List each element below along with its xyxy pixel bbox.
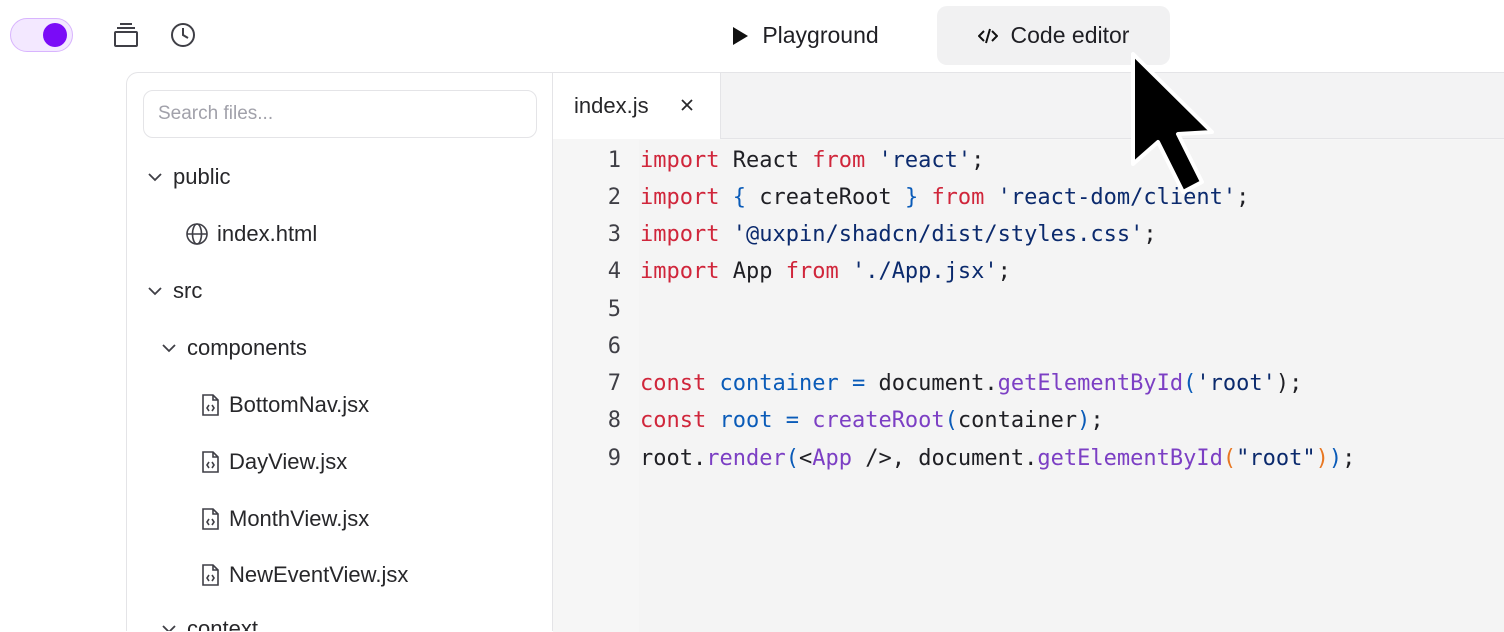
file-code-icon: [199, 563, 221, 587]
history-button[interactable]: [166, 18, 200, 52]
line-number: 3: [607, 222, 621, 247]
tab-code-editor[interactable]: Code editor: [937, 6, 1170, 65]
code-line-3: import '@uxpin/shadcn/dist/styles.css';: [640, 222, 1157, 247]
code-line-2: import { createRoot } from 'react-dom/cl…: [640, 185, 1250, 210]
line-number: 7: [607, 371, 621, 396]
tree-folder-components[interactable]: components: [159, 328, 307, 368]
tree-label: src: [173, 278, 203, 303]
search-files-input[interactable]: [143, 90, 537, 138]
tree-label: NewEventView.jsx: [229, 562, 409, 587]
tree-label: context: [187, 616, 258, 631]
tree-label: DayView.jsx: [229, 449, 348, 474]
tab-playground-label: Playground: [762, 22, 879, 48]
top-bar: Playground Code editor: [0, 0, 1504, 72]
line-number: 1: [607, 148, 621, 173]
tab-code-editor-label: Code editor: [1010, 22, 1130, 48]
tree-label: MonthView.jsx: [229, 506, 370, 531]
tree-file-index-html[interactable]: index.html: [185, 214, 317, 254]
chevron-down-icon: [159, 619, 179, 631]
chevron-down-icon: [145, 167, 165, 187]
file-code-icon: [199, 393, 221, 417]
line-number: 5: [607, 297, 621, 322]
tab-playground[interactable]: Playground: [705, 6, 905, 65]
tree-file-bottomnav[interactable]: BottomNav.jsx: [199, 385, 369, 425]
code-line-7: const container = document.getElementByI…: [640, 371, 1303, 396]
code-line-8: const root = createRoot(container);: [640, 408, 1104, 433]
left-gutter-area: [0, 72, 126, 631]
tree-label: index.html: [217, 221, 318, 246]
line-number: 9: [607, 446, 621, 471]
tree-file-neweventview[interactable]: NewEventView.jsx: [199, 555, 408, 595]
tree-folder-src[interactable]: src: [145, 271, 202, 311]
code-line-4: import App from './App.jsx';: [640, 259, 1011, 284]
play-icon: [731, 26, 749, 46]
tree-label: public: [173, 164, 231, 189]
tree-label: BottomNav.jsx: [229, 392, 370, 417]
globe-icon: [185, 222, 209, 246]
tree-folder-public[interactable]: public: [145, 157, 230, 197]
code-icon: [977, 27, 998, 45]
file-code-icon: [199, 450, 221, 474]
file-code-icon: [199, 507, 221, 531]
code-line-9: root.render(<App />, document.getElement…: [640, 446, 1356, 471]
line-number: 8: [607, 408, 621, 433]
tree-label: components: [187, 335, 307, 360]
line-number: 4: [607, 259, 621, 284]
code-line-1: import React from 'react';: [640, 148, 985, 173]
theme-toggle[interactable]: [10, 18, 73, 52]
chevron-down-icon: [159, 338, 179, 358]
clock-icon: [171, 23, 195, 47]
tree-file-monthview[interactable]: MonthView.jsx: [199, 499, 369, 539]
line-number: 6: [607, 334, 621, 359]
tree-folder-context[interactable]: context: [159, 609, 258, 631]
editor-tab-index-js[interactable]: index.js: [553, 73, 721, 139]
code-editor: index.js 1 2 3 4 5 6 7 8 9 import React …: [552, 72, 1504, 632]
editor-tab-label: index.js: [574, 93, 649, 118]
tree-file-dayview[interactable]: DayView.jsx: [199, 442, 347, 482]
toggle-knob: [43, 23, 67, 47]
layers-icon: [114, 23, 138, 47]
line-number-gutter: 1 2 3 4 5 6 7 8 9: [553, 140, 639, 632]
layers-button[interactable]: [109, 18, 143, 52]
chevron-down-icon: [145, 281, 165, 301]
line-number: 2: [607, 185, 621, 210]
file-explorer: public index.html src components: [126, 72, 552, 631]
editor-tab-strip: index.js: [553, 73, 1504, 139]
close-icon[interactable]: [677, 95, 697, 115]
